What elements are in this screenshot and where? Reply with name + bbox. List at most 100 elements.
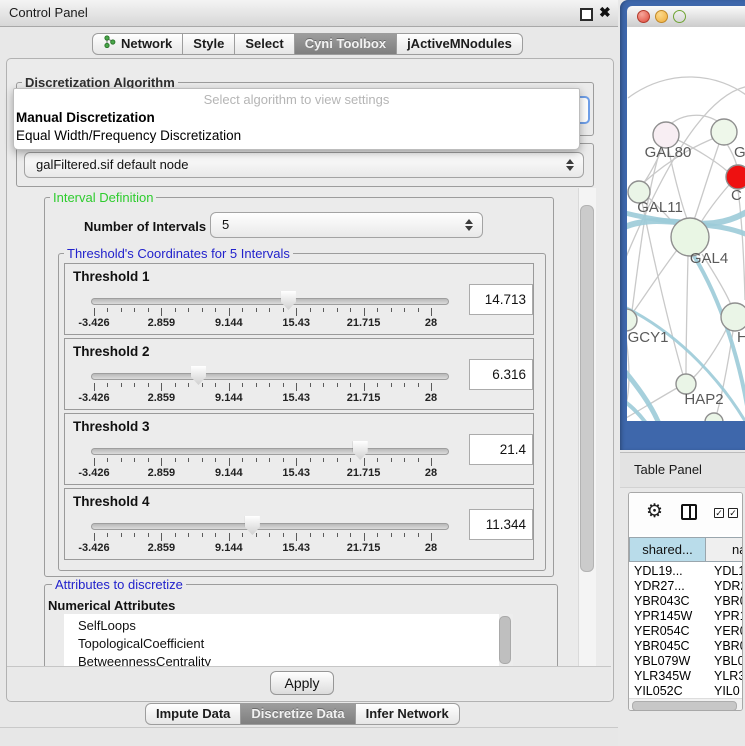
slider-track[interactable] bbox=[91, 373, 449, 380]
threshold-value-field[interactable]: 21.4 bbox=[469, 434, 533, 465]
numerical-attributes-label: Numerical Attributes bbox=[48, 598, 175, 613]
threshold-value-field[interactable]: 14.713 bbox=[469, 284, 533, 315]
network-node-h[interactable] bbox=[721, 303, 745, 331]
interval-definition-group-title: Interval Definition bbox=[50, 190, 156, 205]
tab-label: Style bbox=[193, 33, 224, 55]
threshold-value-field[interactable]: 11.344 bbox=[469, 509, 533, 540]
checked-checkbox-icon[interactable]: ✓ bbox=[728, 508, 738, 518]
slider-track[interactable] bbox=[91, 448, 449, 455]
tab-style[interactable]: Style bbox=[183, 33, 235, 55]
table-toolbar: ⚙ ✓ ✓ bbox=[629, 493, 742, 535]
attribute-list-item[interactable]: SelfLoops bbox=[64, 617, 513, 635]
table-row[interactable]: YIL052CYIL0 bbox=[629, 684, 743, 699]
tab-network[interactable]: Network bbox=[92, 33, 183, 55]
list-scrollbar-track[interactable] bbox=[499, 614, 513, 666]
tab-label: Network bbox=[121, 33, 172, 55]
number-of-intervals-value: 5 bbox=[222, 217, 229, 232]
tab-select[interactable]: Select bbox=[235, 33, 294, 55]
table-row[interactable]: YBR045CYBR0 bbox=[629, 639, 743, 654]
number-of-intervals-select[interactable]: 5 bbox=[210, 212, 483, 238]
tab-label: Impute Data bbox=[156, 703, 230, 725]
tab-jactivemnodules[interactable]: jActiveMNodules bbox=[397, 33, 523, 55]
table-row[interactable]: YPR145WYPR1 bbox=[629, 609, 743, 624]
threshold-label: Threshold 3 bbox=[73, 419, 150, 434]
tab-impute-data[interactable]: Impute Data bbox=[145, 703, 241, 725]
threshold-value-field[interactable]: 6.316 bbox=[469, 359, 533, 390]
table-row[interactable]: YBL079WYBL0 bbox=[629, 654, 743, 669]
network-node-g[interactable] bbox=[711, 119, 737, 145]
network-edge bbox=[694, 328, 727, 377]
table-row[interactable]: YBR043CYBR0 bbox=[629, 594, 743, 609]
tab-cyni-toolbox[interactable]: Cyni Toolbox bbox=[295, 33, 397, 55]
attribute-list-item[interactable]: BetweennessCentrality bbox=[64, 653, 513, 666]
slider-tick-label: 2.859 bbox=[148, 542, 176, 554]
zoom-traffic-light-icon[interactable] bbox=[673, 10, 686, 23]
algorithm-option-equal-width[interactable]: Equal Width/Frequency Discretization bbox=[16, 128, 241, 143]
tab-discretize-data[interactable]: Discretize Data bbox=[241, 703, 355, 725]
cell-shared-name: YBR045C bbox=[629, 639, 710, 654]
tab-label: Cyni Toolbox bbox=[305, 33, 386, 55]
tab-label: Discretize Data bbox=[251, 703, 344, 725]
float-window-icon[interactable] bbox=[580, 8, 593, 21]
apply-button[interactable]: Apply bbox=[270, 671, 334, 695]
cell-shared-name: YER054C bbox=[629, 624, 710, 639]
table-body: YDL19...YDL1YDR27...YDR2YBR043CYBR0YPR14… bbox=[629, 564, 743, 699]
slider-scale-labels: -3.4262.8599.14415.4321.71528 bbox=[94, 317, 431, 329]
slider-tick-label: 15.43 bbox=[282, 542, 310, 554]
cell-name: YBR0 bbox=[710, 639, 743, 654]
network-edge bbox=[634, 250, 677, 311]
cell-name: YBR0 bbox=[710, 594, 743, 609]
panel-scrollbar-thumb[interactable] bbox=[580, 205, 594, 572]
slider-tick-label: 2.859 bbox=[148, 317, 176, 329]
tab-label: jActiveMNodules bbox=[407, 33, 512, 55]
minimize-traffic-light-icon[interactable] bbox=[655, 10, 668, 23]
slider-tick-label: 21.715 bbox=[347, 392, 381, 404]
cell-shared-name: YDL19... bbox=[629, 564, 710, 579]
cell-name: YDR2 bbox=[710, 579, 743, 594]
cell-name: YDL1 bbox=[710, 564, 743, 579]
table-data-select[interactable]: galFiltered.sif default node bbox=[24, 152, 584, 178]
slider-tick-label: 2.859 bbox=[148, 392, 176, 404]
slider-track[interactable] bbox=[91, 523, 449, 530]
slider-tick-label: -3.426 bbox=[78, 392, 109, 404]
gear-icon[interactable]: ⚙ bbox=[646, 502, 663, 521]
threshold-label: Threshold 1 bbox=[73, 269, 150, 284]
list-scrollbar-thumb[interactable] bbox=[499, 616, 511, 664]
cell-name: YLR3 bbox=[710, 669, 743, 684]
threshold-label: Threshold 2 bbox=[73, 344, 150, 359]
close-icon[interactable]: ✖ bbox=[599, 4, 611, 21]
numerical-attributes-list[interactable]: SelfLoopsTopologicalCoefficientBetweenne… bbox=[64, 614, 513, 666]
slider-tick-label: 9.144 bbox=[215, 467, 243, 479]
tab-infer-network[interactable]: Infer Network bbox=[356, 703, 460, 725]
algorithm-option-manual[interactable]: Manual Discretization bbox=[16, 110, 155, 125]
table-row[interactable]: YDL19...YDL1 bbox=[629, 564, 743, 579]
network-node-label: GAL4 bbox=[690, 250, 728, 267]
slider-tick-label: 21.715 bbox=[347, 467, 381, 479]
slider-tick-label: 9.144 bbox=[215, 542, 243, 554]
cell-shared-name: YDR27... bbox=[629, 579, 710, 594]
cell-shared-name: YBR043C bbox=[629, 594, 710, 609]
slider-track[interactable] bbox=[91, 298, 449, 305]
close-traffic-light-icon[interactable] bbox=[637, 10, 650, 23]
column-header-shared-name[interactable]: shared... bbox=[629, 537, 706, 562]
slider-tick-label: 21.715 bbox=[347, 317, 381, 329]
threshold-panel: Threshold 1 -3.4262.8599.14415.4321.7152… bbox=[64, 263, 534, 335]
table-row[interactable]: YER054CYER0 bbox=[629, 624, 743, 639]
slider-scale-labels: -3.4262.8599.14415.4321.71528 bbox=[94, 542, 431, 554]
table-row[interactable]: YDR27...YDR2 bbox=[629, 579, 743, 594]
control-panel-titlebar: Control Panel ✖ bbox=[0, 0, 618, 27]
table-header-row: shared... na bbox=[629, 537, 743, 562]
network-node[interactable] bbox=[705, 413, 723, 421]
network-node-c[interactable] bbox=[726, 165, 745, 189]
table-row[interactable]: YLR345WYLR3 bbox=[629, 669, 743, 684]
column-header-name[interactable]: na bbox=[706, 537, 743, 562]
slider-tick-label: 9.144 bbox=[215, 392, 243, 404]
table-hscrollbar-thumb[interactable] bbox=[632, 701, 737, 711]
network-canvas[interactable]: GAL80G.CGAL11GAL4GCY1HHAP2 bbox=[627, 27, 745, 421]
attribute-list-item[interactable]: TopologicalCoefficient bbox=[64, 635, 513, 653]
table-hscrollbar-track[interactable] bbox=[629, 698, 742, 711]
column-layout-icon[interactable] bbox=[681, 504, 697, 520]
window-bottom-strip bbox=[0, 727, 618, 746]
slider-tick-label: 28 bbox=[425, 392, 437, 404]
checked-checkbox-icon[interactable]: ✓ bbox=[714, 508, 724, 518]
